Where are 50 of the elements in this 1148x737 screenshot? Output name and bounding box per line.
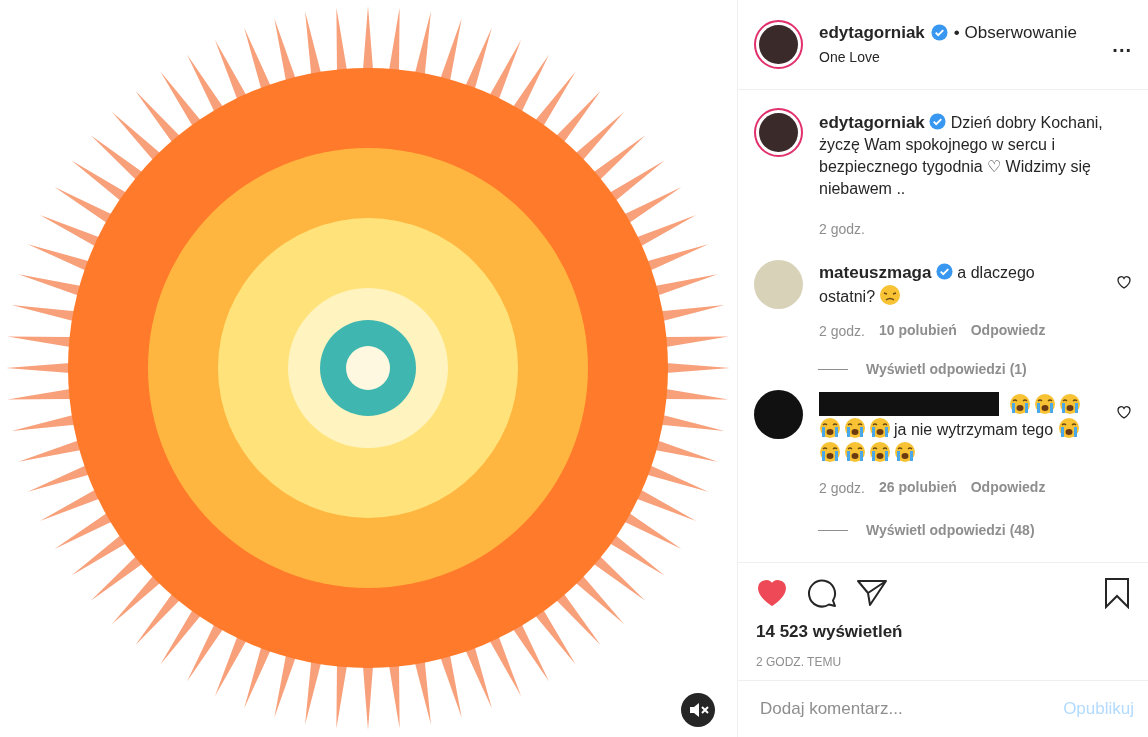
view-count: 14 523 wyświetleń (756, 621, 904, 643)
comment-input-field[interactable]: Dodaj komentarz... (758, 695, 1064, 723)
avatar[interactable] (754, 20, 803, 69)
timestamp: 2 godz. (819, 322, 865, 341)
crying-face-icon (1009, 393, 1032, 416)
crying-face-icon (869, 441, 891, 464)
crying-face-icon (819, 441, 841, 464)
save-button[interactable] (1102, 577, 1132, 609)
location-link[interactable]: One Love (819, 47, 880, 69)
timestamp: 2 godz. (819, 220, 865, 239)
comment-button[interactable] (806, 577, 838, 609)
crying-face-icon (1059, 393, 1082, 416)
muted-speaker-icon (681, 693, 715, 727)
username-link[interactable]: edytagorniak (819, 19, 925, 46)
more-button[interactable]: ... (1112, 34, 1132, 55)
caption-text: edytagorniak Dzień dobry Kochani, życzę Wam spokojnego w sercu i bezpiecznego tygodnia ♡ Widzimy się niebawem .. (819, 112, 1104, 199)
view-replies-button[interactable]: Wyświetl odpowiedzi (48) (866, 521, 1035, 540)
crying-face-icon (1057, 417, 1080, 440)
likes-link[interactable]: 26 polubień (878, 477, 957, 500)
paper-plane-icon (856, 577, 888, 609)
crying-face-icon (844, 417, 866, 440)
sad-face-icon (879, 284, 902, 306)
crying-face-icon (844, 441, 866, 464)
mute-button[interactable] (681, 693, 715, 727)
avatar[interactable] (754, 108, 803, 157)
username-link[interactable]: edytagorniak (819, 113, 925, 132)
view-replies-button[interactable]: Wyświetl odpowiedzi (1) (866, 360, 1027, 379)
redacted-avatar[interactable] (754, 390, 803, 440)
like-comment-button[interactable] (1116, 404, 1132, 421)
comment-text: ja nie wytrzymam tego (819, 392, 1090, 466)
timestamp: 2 godz. (819, 479, 865, 499)
heart-icon (1116, 404, 1132, 421)
comment-text: mateuszmaga a dlaczego ostatni? (819, 262, 1036, 308)
heart-icon (1116, 274, 1132, 290)
reply-button[interactable]: Odpowiedz (970, 477, 1046, 500)
likes-link[interactable]: 10 polubień (878, 320, 957, 342)
speech-bubble-icon (806, 577, 838, 609)
username-link[interactable]: mateuszmaga (819, 263, 932, 282)
reply-button[interactable]: Odpowiedz (970, 320, 1046, 342)
like-comment-button[interactable] (1116, 274, 1132, 290)
crying-face-icon (869, 417, 891, 440)
crying-face-icon (1034, 393, 1057, 416)
crying-face-icon (894, 441, 916, 464)
heart-icon (756, 577, 788, 609)
crying-face-icon (819, 417, 841, 440)
post-time: 2 GODZ. TEMU (756, 653, 843, 671)
bookmark-icon (1102, 577, 1132, 609)
share-button[interactable] (856, 577, 888, 609)
like-button[interactable] (756, 577, 788, 609)
following-link[interactable]: • Obserwowanie (953, 19, 1077, 46)
